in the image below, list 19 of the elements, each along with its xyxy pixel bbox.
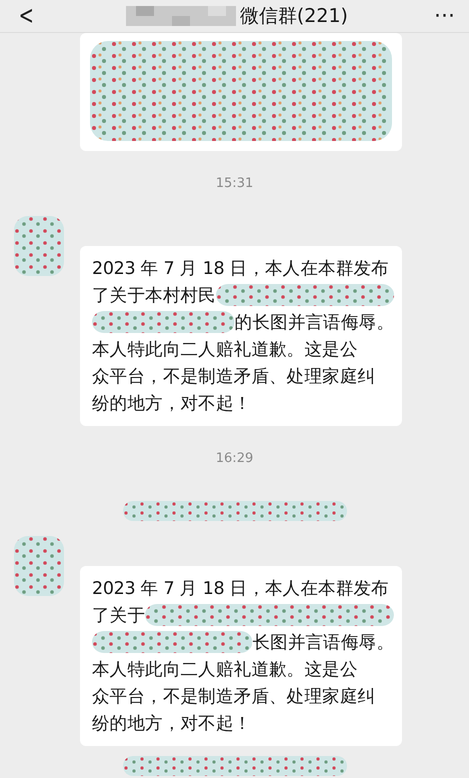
message-text: 纷的地方，对不起！ [92,392,252,414]
timestamp: 15:31 [216,176,254,191]
message-text: 纷的地方，对不起！ [92,712,252,734]
chat-title: 微信群(221) [240,4,348,29]
timestamp: 16:29 [216,451,254,466]
more-button[interactable]: ··· [434,4,469,28]
redacted-avatar [14,536,64,596]
message-text: 长图并言语侮辱。 [252,632,394,654]
message-text: 本人特此向二人赔礼道歉。这是公 [92,338,358,360]
message-text: 2023 年 7 月 18 日，本人在本群发布 [92,258,389,280]
back-button[interactable]: < [6,1,34,31]
message-text: 了关于 [92,604,146,626]
message-text: 的长图并言语侮辱。 [234,312,394,334]
message-text: 本人特此向二人赔礼道歉。这是公 [92,658,358,680]
message-text: 众平台，不是制造矛盾、处理家庭纠 [92,366,376,388]
redacted-avatar [14,216,64,276]
message-text: 了关于本村村民 [92,284,216,306]
message-text: 众平台，不是制造矛盾、处理家庭纠 [92,686,376,708]
message-text: 2023 年 7 月 18 日，本人在本群发布 [92,578,389,600]
